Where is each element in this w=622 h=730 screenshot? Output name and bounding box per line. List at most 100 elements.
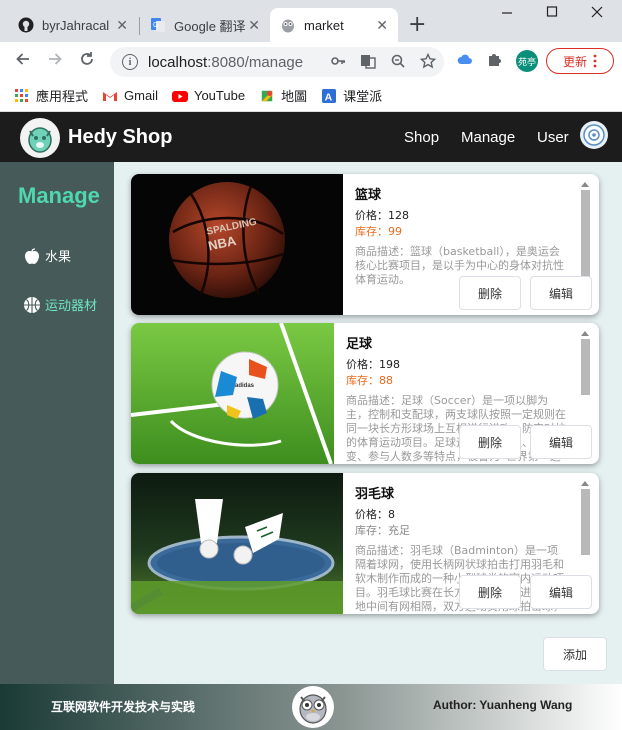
bookmark-gmail[interactable]: Gmail: [102, 88, 158, 103]
nav-manage[interactable]: Manage: [461, 129, 515, 146]
arrow-right-icon: [49, 53, 62, 65]
delete-button[interactable]: 删除: [459, 425, 521, 459]
product-price: 价格：128: [355, 209, 409, 222]
site-info-icon[interactable]: i: [122, 54, 138, 70]
badminton-photo: [131, 473, 343, 614]
translate-icon[interactable]: [360, 53, 376, 69]
address-bar[interactable]: i localhost:8080/manage: [110, 47, 444, 77]
soccer-image: adidas: [131, 323, 334, 464]
bookmark-apps[interactable]: 應用程式: [14, 86, 88, 105]
update-label: 更新: [562, 54, 587, 69]
nav-user[interactable]: User: [537, 129, 569, 146]
scroll-thumb[interactable]: [581, 339, 590, 395]
footer: 互联网软件开发技术与实践 Author: Yuanheng Wang: [0, 684, 622, 730]
star-icon[interactable]: [420, 53, 436, 69]
forward-button[interactable]: [44, 50, 66, 73]
minimize-button[interactable]: [500, 4, 514, 22]
bookmark-label: Gmail: [124, 88, 158, 103]
url-path: :8080/manage: [207, 53, 304, 71]
bookmark-label: YouTube: [193, 88, 246, 103]
brand-logo[interactable]: [20, 118, 60, 158]
scroll-up-icon[interactable]: [581, 481, 589, 486]
product-name: 足球: [346, 337, 373, 352]
puzzle-icon: [489, 54, 501, 66]
bookmark-maps[interactable]: 地圖: [259, 86, 307, 105]
profile-avatar[interactable]: 苑亭: [516, 50, 538, 72]
nav-shop[interactable]: Shop: [404, 129, 439, 146]
cloud-extension-icon: [457, 54, 472, 64]
basketball-icon: [24, 296, 40, 313]
edit-button[interactable]: 编辑: [530, 425, 592, 459]
brand-name[interactable]: Hedy Shop: [68, 126, 172, 149]
browser-tab-translate[interactable]: G Google 翻译 ✕: [140, 8, 270, 42]
scroll-thumb[interactable]: [581, 190, 590, 284]
maps-icon: [261, 90, 273, 101]
reload-button[interactable]: [76, 50, 98, 73]
extensions-button[interactable]: [484, 50, 506, 73]
zoom-out-icon[interactable]: [390, 53, 406, 69]
close-icon[interactable]: ✕: [116, 17, 128, 34]
bookmarks-bar: 應用程式 Gmail YouTube 地圖 A 课堂派: [0, 80, 622, 112]
svg-text:A: A: [325, 91, 333, 103]
product-card: 羽毛球 价格：8 库存：充足 商品描述：羽毛球（Badminton）是一项隔着球…: [131, 473, 599, 614]
browser-tabstrip: byrJahracal ✕ G Google 翻译 ✕ market ✕ +: [0, 0, 622, 42]
key-icon[interactable]: [330, 53, 346, 69]
bookmark-ketangpai[interactable]: A 课堂派: [321, 86, 382, 105]
close-icon[interactable]: ✕: [248, 17, 260, 34]
product-stock: 库存：88: [346, 374, 393, 387]
sidebar-title: Manage: [18, 183, 100, 208]
sidebar: Manage 水果 运动器材: [0, 162, 114, 684]
maximize-button[interactable]: [545, 4, 559, 22]
maximize-icon: [546, 6, 558, 17]
reload-icon: [81, 52, 93, 65]
footer-course-title: 互联网软件开发技术与实践: [51, 700, 196, 714]
basketball-image: SPALDING NBA: [131, 174, 343, 315]
add-button[interactable]: 添加: [543, 637, 607, 671]
close-icon[interactable]: ✕: [376, 17, 388, 34]
product-card: SPALDING NBA 篮球 价格：128 库存：99 商品描述：篮球（bas…: [131, 174, 599, 315]
tab-title: byrJahracal: [42, 17, 110, 33]
user-avatar[interactable]: [580, 121, 608, 149]
sidebar-item-fruit[interactable]: 水果: [23, 246, 71, 265]
tab-title: Google 翻译: [174, 18, 246, 34]
back-button[interactable]: [12, 50, 34, 73]
github-icon: [18, 17, 34, 33]
window-close-button[interactable]: [590, 4, 604, 22]
extension-cloud-button[interactable]: [454, 50, 476, 73]
gmail-icon: [103, 91, 118, 101]
close-icon: [591, 6, 603, 18]
product-price: 价格：198: [346, 358, 400, 371]
browser-tab-github[interactable]: byrJahracal ✕: [8, 8, 138, 42]
app-header: Hedy Shop Shop Manage User: [0, 112, 622, 162]
google-translate-icon: G: [151, 18, 165, 32]
bookmark-label: 地圖: [281, 89, 308, 104]
update-button[interactable]: 更新: [546, 48, 614, 74]
bookmark-youtube[interactable]: YouTube: [171, 88, 246, 103]
delete-button[interactable]: 删除: [459, 276, 521, 310]
edit-button[interactable]: 编辑: [530, 276, 592, 310]
bookmark-label: 應用程式: [36, 89, 89, 104]
mascot-logo-icon: [28, 127, 52, 153]
scroll-thumb[interactable]: [581, 489, 590, 555]
badminton-image: [131, 473, 343, 614]
product-stock: 库存：充足: [355, 524, 410, 537]
product-card: adidas 足球 价格：198 库存：88 商品描述：足球（Soccer）是一…: [131, 323, 599, 464]
arrow-left-icon: [16, 53, 29, 65]
svg-text:adidas: adidas: [235, 383, 255, 389]
scroll-up-icon[interactable]: [581, 182, 589, 187]
new-tab-button[interactable]: +: [408, 12, 426, 37]
apple-icon: [25, 247, 39, 264]
browser-tab-market[interactable]: market ✕: [270, 8, 398, 42]
main-content: SPALDING NBA 篮球 价格：128 库存：99 商品描述：篮球（bas…: [114, 162, 622, 684]
delete-button[interactable]: 删除: [459, 575, 521, 609]
more-vert-icon: [593, 54, 597, 68]
owl-logo-icon: [299, 694, 327, 724]
url-host: localhost: [148, 53, 208, 71]
owl-favicon-icon: [282, 19, 294, 33]
product-name: 篮球: [355, 188, 382, 203]
sidebar-item-sports[interactable]: 运动器材: [23, 295, 97, 314]
sidebar-item-label: 水果: [45, 250, 72, 265]
edit-button[interactable]: 编辑: [530, 575, 592, 609]
apps-grid-icon: [15, 88, 28, 102]
scroll-up-icon[interactable]: [581, 331, 589, 336]
